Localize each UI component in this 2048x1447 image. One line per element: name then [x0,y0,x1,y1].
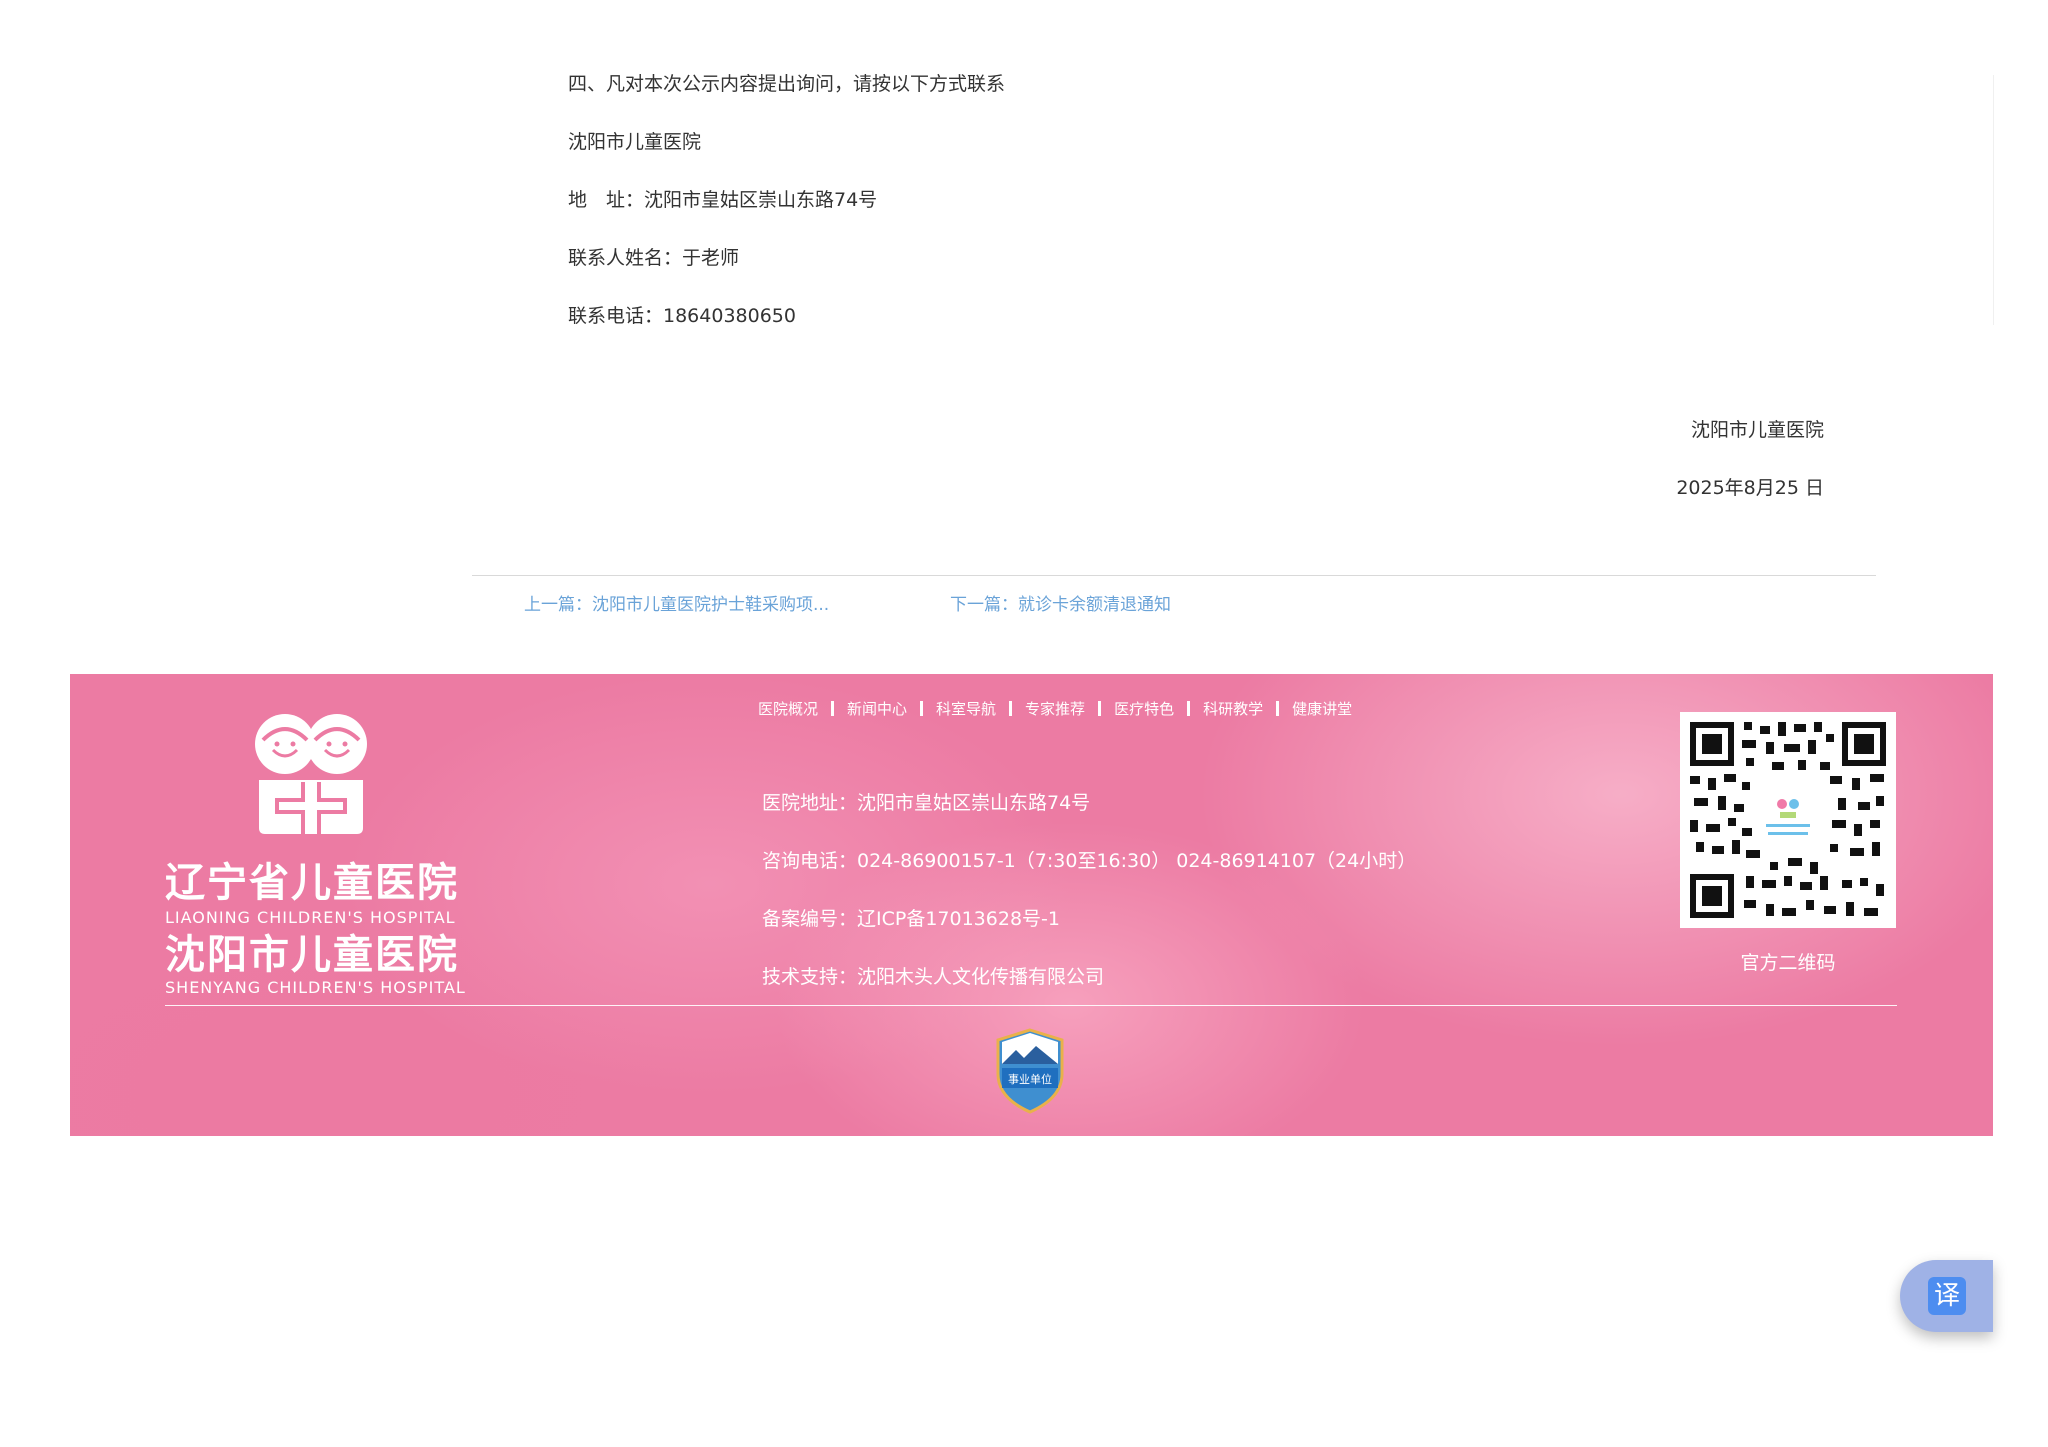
nav-separator [1187,701,1191,716]
article-paragraph: 联系人姓名：于老师 [568,247,740,269]
translate-button[interactable]: 译 [1900,1260,1993,1332]
article-paragraph: 四、凡对本次公示内容提出询问，请按以下方式联系 [568,73,1006,95]
article-paragraph: 沈阳市儿童医院 [568,131,702,153]
footer-contact-info: 医院地址：沈阳市皇姑区崇山东路74号 咨询电话：024-86900157-1（7… [762,774,1416,1006]
footer-nav-item[interactable]: 医疗特色 [1114,698,1174,719]
footer-nav-item[interactable]: 新闻中心 [847,698,907,719]
article-paragraph: 地 址：沈阳市皇姑区崇山东路74号 [568,189,878,211]
footer-nav-item[interactable]: 健康讲堂 [1292,698,1352,719]
public-institution-badge-icon[interactable]: 事业单位 [994,1028,1066,1114]
qr-code-icon [1680,712,1896,928]
signature-date: 2025年8月25 日 [1676,477,1824,499]
qr-code-label: 官方二维码 [1740,952,1836,974]
nav-separator [1009,701,1013,716]
footer-tech-support: 技术支持：沈阳木头人文化传播有限公司 [762,966,1105,988]
footer-address: 医院地址：沈阳市皇姑区崇山东路74号 [762,792,1091,814]
nav-separator [920,701,924,716]
footer-divider [165,1005,1897,1006]
article-paragraph: 联系电话：18640380650 [568,305,796,327]
article-body: 四、凡对本次公示内容提出询问，请按以下方式联系 沈阳市儿童医院 地 址：沈阳市皇… [568,60,1828,499]
footer-phone: 咨询电话：024-86900157-1（7:30至16:30） 024-8691… [762,850,1417,872]
next-article-link[interactable]: 下一篇：就诊卡余额清退通知 [950,590,1171,615]
page-edge-line [1993,75,1994,325]
nav-separator [831,701,835,716]
site-footer: 辽宁省儿童医院 LIAONING CHILDREN'S HOSPITAL 沈阳市… [70,674,1993,1136]
footer-nav-item[interactable]: 科研教学 [1203,698,1263,719]
nav-separator [1098,701,1102,716]
nav-separator [1276,701,1280,716]
footer-nav: 医院概况 新闻中心 科室导航 专家推荐 医疗特色 科研教学 健康讲堂 [758,698,1352,719]
signature-org: 沈阳市儿童医院 [1690,419,1824,441]
footer-nav-item[interactable]: 医院概况 [758,698,818,719]
article-divider [472,575,1876,576]
footer-icp[interactable]: 备案编号：辽ICP备17013628号-1 [762,890,1416,948]
logo-cn-name-2: 沈阳市儿童医院 [165,932,459,978]
footer-nav-item[interactable]: 专家推荐 [1025,698,1085,719]
logo-en-name-2: SHENYANG CHILDREN'S HOSPITAL [165,978,466,997]
logo-cn-name-1: 辽宁省儿童医院 [165,860,459,906]
translate-icon: 译 [1928,1277,1966,1315]
badge-text: 事业单位 [1008,1072,1052,1086]
footer-nav-item[interactable]: 科室导航 [936,698,996,719]
prev-article-link[interactable]: 上一篇：沈阳市儿童医院护士鞋采购项... [524,590,829,615]
hospital-logo-icon [255,714,367,834]
